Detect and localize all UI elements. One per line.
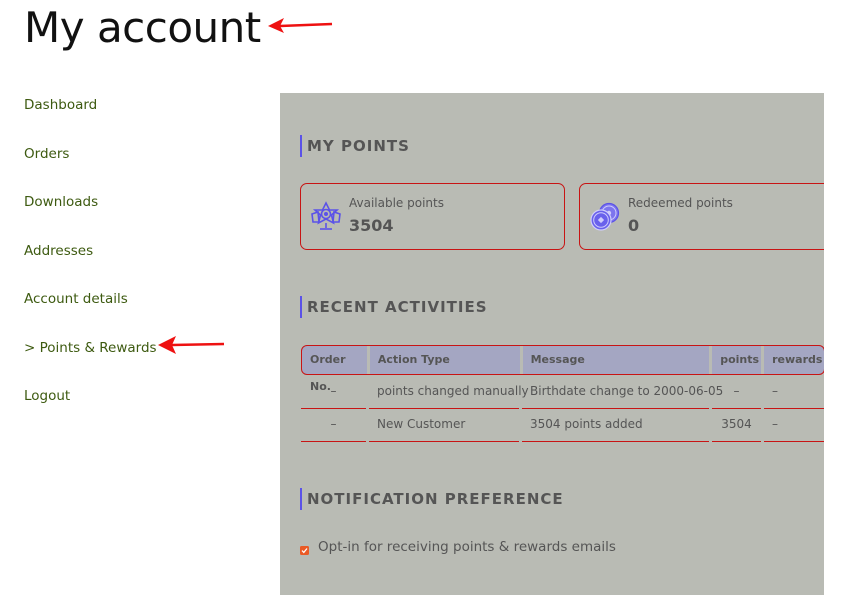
- nav-item-account-details[interactable]: Account details: [24, 287, 157, 336]
- nav-item-logout[interactable]: Logout: [24, 384, 157, 433]
- cell-action-type: points changed manually: [369, 376, 529, 409]
- nav-item-addresses[interactable]: Addresses: [24, 239, 157, 288]
- checkmark-icon: [301, 547, 308, 553]
- cell-action-type: New Customer: [369, 409, 519, 442]
- cell-message: 3504 points added: [522, 409, 709, 442]
- annotation-arrow-icon: [268, 18, 333, 33]
- notification-preference-heading: NOTIFICATION PREFERENCE: [300, 488, 564, 510]
- cell-message: Birthdate change to 2000-06-05: [522, 376, 723, 409]
- annotation-arrow-icon: [158, 336, 225, 354]
- activities-table: Order No. Action Type Message points rew…: [301, 345, 824, 442]
- nav-item-points-rewards[interactable]: > Points & Rewards: [24, 336, 157, 385]
- column-header-message: Message: [523, 346, 713, 374]
- redeemed-points-label: Redeemed points: [628, 196, 733, 210]
- nav-item-dashboard[interactable]: Dashboard: [24, 93, 157, 142]
- optin-checkbox[interactable]: [300, 545, 309, 555]
- column-header-points: points: [712, 346, 765, 374]
- cell-rewards: –: [764, 376, 824, 409]
- column-header-action-type: Action Type: [370, 346, 523, 374]
- star-badge-icon: [311, 201, 341, 230]
- cell-rewards: –: [764, 409, 824, 442]
- table-row: – points changed manually Birthdate chan…: [301, 376, 824, 409]
- available-points-label: Available points: [349, 196, 444, 210]
- cell-order-no: –: [301, 409, 366, 442]
- nav-item-downloads[interactable]: Downloads: [24, 190, 157, 239]
- table-header: Order No. Action Type Message points rew…: [301, 345, 824, 393]
- account-navigation: Dashboard Orders Downloads Addresses Acc…: [24, 93, 157, 433]
- my-points-heading: MY POINTS: [300, 135, 410, 157]
- cell-points: 3504: [712, 409, 761, 442]
- column-header-rewards: rewards: [772, 353, 823, 366]
- optin-label: Opt-in for receiving points & rewards em…: [318, 539, 616, 555]
- cell-points: –: [712, 376, 761, 409]
- redeemed-points-value: 0: [628, 216, 640, 235]
- column-header-order-no: Order No.: [302, 346, 370, 393]
- recent-activities-heading: RECENT ACTIVITIES: [300, 296, 488, 318]
- page-title: My account: [24, 3, 261, 52]
- optin-preference[interactable]: Opt-in for receiving points & rewards em…: [300, 539, 616, 555]
- table-row: – New Customer 3504 points added 3504 –: [301, 409, 824, 442]
- cell-order-no: –: [301, 376, 366, 409]
- available-points-value: 3504: [349, 216, 394, 235]
- nav-item-orders[interactable]: Orders: [24, 142, 157, 191]
- points-rewards-panel: MY POINTS Available points 3504 Redeemed: [280, 93, 824, 595]
- available-points-card: Available points 3504: [300, 183, 565, 250]
- coins-icon: [590, 202, 620, 231]
- redeemed-points-card: Redeemed points 0: [579, 183, 824, 250]
